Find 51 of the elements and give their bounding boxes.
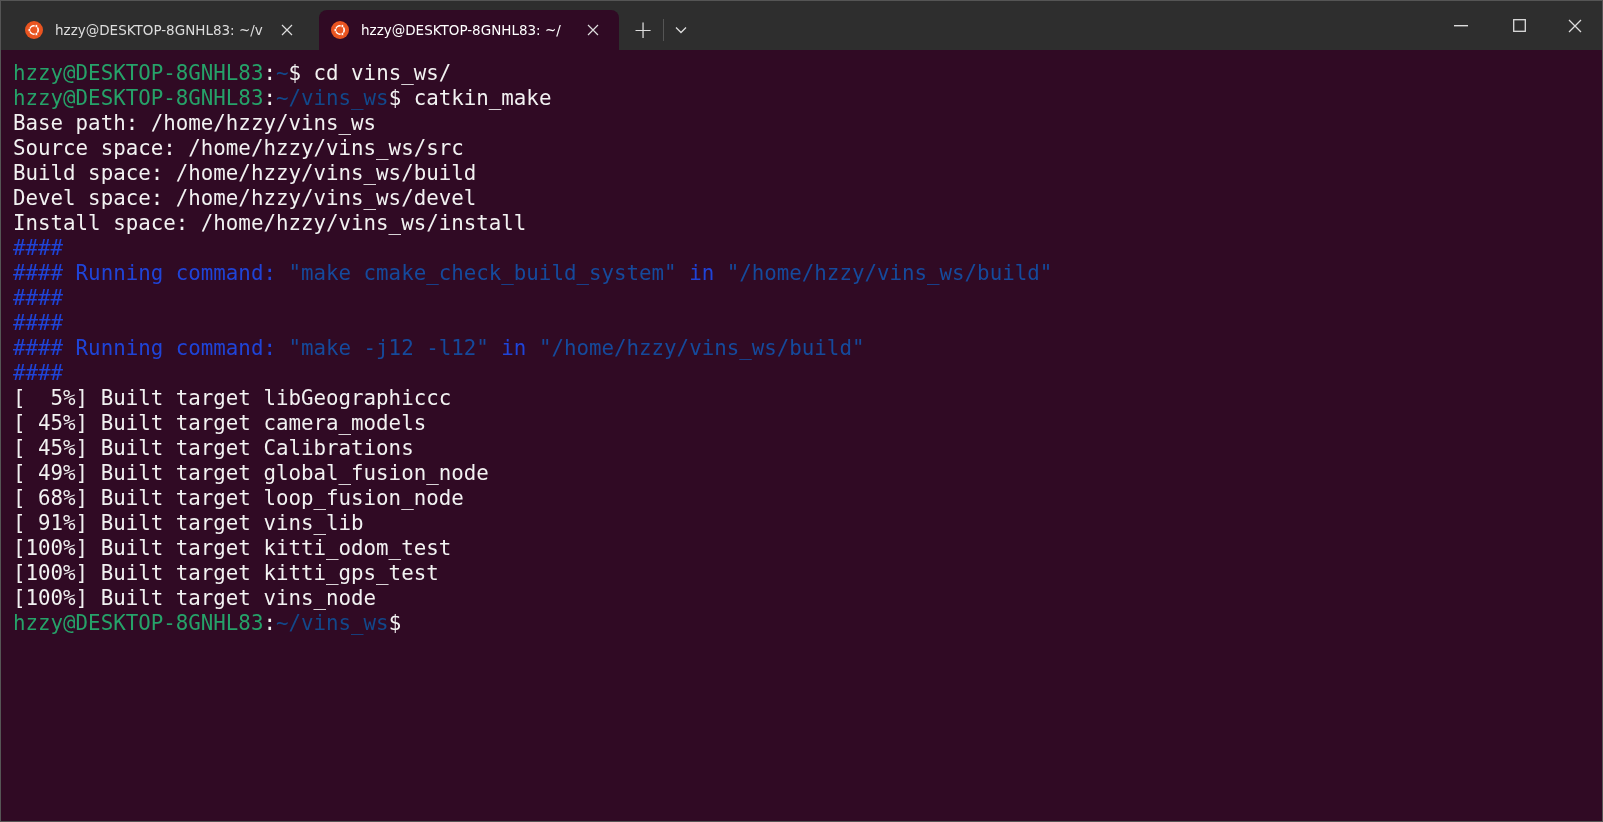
terminal-text: : bbox=[263, 61, 276, 86]
terminal-text: [ 68%] Built target loop_fusion_node bbox=[13, 486, 464, 511]
caret-icon bbox=[675, 26, 687, 34]
terminal-text: hzzy@DESKTOP-8GNHL83 bbox=[13, 611, 264, 636]
terminal-text: [ 45%] Built target camera_models bbox=[13, 411, 427, 436]
terminal-text: [100%] Built target vins_node bbox=[13, 586, 377, 611]
terminal-text: "make -j12 -l12" bbox=[287, 336, 489, 361]
terminal-text: "/home/hzzy/vins_ws/build" bbox=[537, 336, 865, 361]
terminal-text: #### bbox=[13, 361, 64, 386]
terminal-text: #### Running command: bbox=[13, 336, 276, 361]
terminal-text: #### bbox=[13, 236, 64, 261]
terminal-tab[interactable]: hzzy@DESKTOP-8GNHL83: ~/v bbox=[13, 10, 313, 50]
terminal-text: #### Running command: bbox=[13, 261, 276, 286]
app-icon bbox=[25, 21, 43, 39]
terminal-text: $ catkin_make bbox=[388, 86, 552, 111]
tab-title: hzzy@DESKTOP-8GNHL83: ~/ bbox=[361, 22, 562, 38]
terminal-text: Devel space: /home/hzzy/vins_ws/devel bbox=[13, 186, 477, 211]
terminal-text: : bbox=[263, 611, 276, 636]
terminal-text: "make cmake_check_build_system" bbox=[287, 261, 677, 286]
tab-title: hzzy@DESKTOP-8GNHL83: ~/v bbox=[55, 22, 264, 38]
terminal-text: Base path: /home/hzzy/vins_ws bbox=[13, 111, 377, 136]
terminal-text: ~ bbox=[275, 61, 289, 86]
terminal-text: in bbox=[500, 336, 527, 361]
terminal-text: $ cd vins_ws/ bbox=[288, 61, 452, 86]
terminal-text: : bbox=[263, 86, 276, 111]
terminal-text: [100%] Built target kitti_gps_test bbox=[13, 561, 439, 586]
terminal-text: [ 5%] Built target libGeographiccc bbox=[13, 386, 452, 411]
new-tab-button[interactable]: + bbox=[623, 10, 663, 50]
terminal-text: [ 49%] Built target global_fusion_node bbox=[13, 461, 489, 486]
terminal-text: $ bbox=[388, 611, 402, 636]
app-icon bbox=[331, 21, 349, 39]
close-icon bbox=[281, 24, 293, 36]
terminal-text: Install space: /home/hzzy/vins_ws/install bbox=[13, 211, 527, 236]
terminal-text: ~/vins_ws bbox=[275, 611, 389, 636]
terminal-text: "/home/hzzy/vins_ws/build" bbox=[725, 261, 1053, 286]
terminal-text: Source space: /home/hzzy/vins_ws/src bbox=[13, 136, 464, 161]
close-icon bbox=[1568, 18, 1582, 33]
terminal-text: in bbox=[688, 261, 715, 286]
terminal-text: [ 91%] Built target vins_lib bbox=[13, 511, 364, 536]
terminal-tab[interactable]: hzzy@DESKTOP-8GNHL83: ~/ bbox=[319, 10, 619, 50]
terminal-text: hzzy@DESKTOP-8GNHL83 bbox=[13, 61, 264, 86]
terminal-text: [100%] Built target kitti_odom_test bbox=[13, 536, 452, 561]
close-icon bbox=[587, 24, 599, 36]
terminal-text: #### bbox=[13, 286, 64, 311]
terminal-text: #### bbox=[13, 311, 64, 336]
minimize-icon bbox=[1454, 24, 1468, 27]
terminal-text: ~/vins_ws bbox=[275, 86, 389, 111]
terminal-text: [ 45%] Built target Calibrations bbox=[13, 436, 414, 461]
terminal-text: hzzy@DESKTOP-8GNHL83 bbox=[13, 86, 264, 111]
maximize-icon bbox=[1512, 19, 1526, 32]
terminal-text: Build space: /home/hzzy/vins_ws/build bbox=[13, 161, 477, 186]
